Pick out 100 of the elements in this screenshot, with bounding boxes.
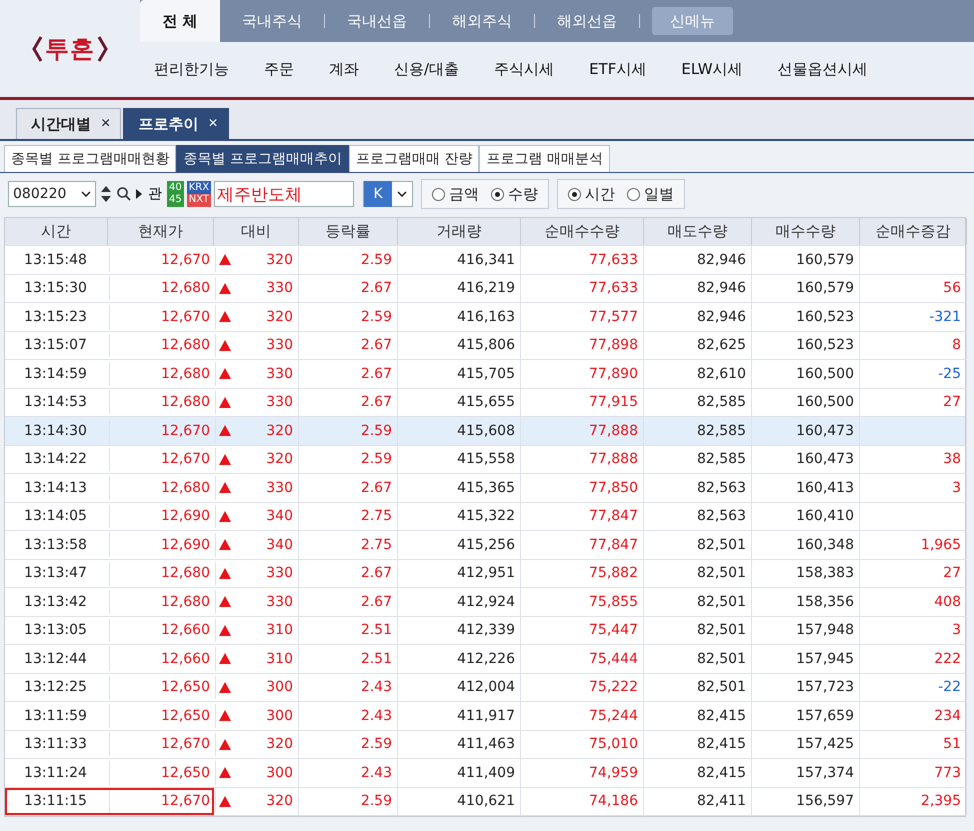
table-row[interactable]: 13:13:05 12,660 310 2.51 412,339 75,447 82,501 157,948 3 <box>5 616 965 645</box>
table-row[interactable]: 13:13:58 12,690 340 2.75 415,256 77,847 82,501 160,348 1,965 <box>5 531 965 560</box>
menu-item[interactable]: 신용/대출 <box>394 60 478 79</box>
table-cell: 12,690 <box>110 504 216 528</box>
table-cell: 82,501 <box>644 645 752 672</box>
top-menu-tab[interactable]: 국내선옵 <box>325 0 429 42</box>
table-cell: 412,004 <box>398 674 521 701</box>
k-dropdown[interactable]: K <box>363 181 414 207</box>
table-cell: 82,411 <box>644 788 752 815</box>
table-cell: -321 <box>860 303 967 330</box>
view-tab[interactable]: 프로그램매매 잔량 <box>348 145 480 172</box>
table-cell: 75,222 <box>521 674 644 701</box>
table-cell: 160,523 <box>752 332 860 359</box>
table-row[interactable]: 13:15:07 12,680 330 2.67 415,806 77,898 82,625 160,523 8 <box>5 332 965 360</box>
table-cell: 234 <box>860 702 967 730</box>
table-cell: 12,660 <box>110 647 216 670</box>
menu-item[interactable]: 계좌 <box>329 60 377 79</box>
screen-tab[interactable]: 시간대별 × <box>16 108 122 139</box>
table-cell: 13:12:44 <box>7 647 110 670</box>
stock-code-dropdown[interactable]: 080220 <box>8 181 96 207</box>
table-cell: 320 <box>266 736 293 752</box>
table-cell: 77,847 <box>521 531 644 558</box>
table-row[interactable]: 13:14:59 12,680 330 2.67 415,705 77,890 82,610 160,500 -25 <box>5 360 965 388</box>
table-cell: 415,806 <box>398 332 521 359</box>
table-row[interactable]: 13:13:47 12,680 330 2.67 412,951 75,882 82,501 158,383 27 <box>5 560 965 588</box>
table-row[interactable]: 13:14:30 12,670 320 2.59 415,608 77,888 82,585 160,473 <box>5 417 965 446</box>
view-tab[interactable]: 종목별 프로그램매매추이 <box>176 145 349 172</box>
table-cell: 75,447 <box>521 616 644 644</box>
table-cell: 12,680 <box>110 590 216 614</box>
menu-item[interactable]: 주식시세 <box>494 60 572 79</box>
table-cell: 75,882 <box>521 560 644 587</box>
table-cell: 27 <box>860 560 967 587</box>
column-header[interactable]: 순매수증감 <box>860 218 967 245</box>
table-row[interactable]: 13:11:15 12,670 320 2.59 410,621 74,186 82,411 156,597 2,395 <box>5 788 965 816</box>
table-cell: 157,425 <box>752 730 860 758</box>
table-cell: 2.43 <box>299 702 398 730</box>
table-cell: 12,680 <box>110 334 216 357</box>
radio-option[interactable]: 금액 <box>432 184 480 204</box>
table-row[interactable]: 13:14:22 12,670 320 2.59 415,558 77,888 82,585 160,473 38 <box>5 446 965 474</box>
table-cell: 340 <box>266 536 293 553</box>
radio-option[interactable]: 시간 <box>568 184 616 204</box>
column-header[interactable]: 시간 <box>5 218 108 245</box>
table-row[interactable]: 13:12:44 12,660 310 2.51 412,226 75,444 82,501 157,945 222 <box>5 645 965 674</box>
table-row[interactable]: 13:11:24 12,650 300 2.43 411,409 74,959 82,415 157,374 773 <box>5 759 965 788</box>
table-cell: 320 <box>266 308 293 325</box>
table-cell: 82,501 <box>644 616 752 644</box>
table-row[interactable]: 13:14:13 12,680 330 2.67 415,365 77,850 82,563 160,413 3 <box>5 474 965 502</box>
menu-item[interactable]: ELW시세 <box>681 60 761 79</box>
table-cell: 330 <box>266 565 293 582</box>
top-menu-tab[interactable]: 해외선옵 <box>535 0 639 42</box>
table-cell: 13:15:23 <box>7 305 110 328</box>
table-row[interactable]: 13:12:25 12,650 300 2.43 412,004 75,222 82,501 157,723 -22 <box>5 674 965 702</box>
column-header[interactable]: 현재가 <box>108 218 214 245</box>
table-row[interactable]: 13:13:42 12,680 330 2.67 412,924 75,855 82,501 158,356 408 <box>5 588 965 616</box>
top-menu-tab[interactable]: 해외주식 <box>430 0 534 42</box>
table-cell: 156,597 <box>752 788 860 815</box>
table-cell: 12,670 <box>110 732 216 756</box>
table-row[interactable]: 13:15:48 12,670 320 2.59 416,341 77,633 82,946 160,579 <box>5 246 965 274</box>
table-row[interactable]: 13:14:05 12,690 340 2.75 415,322 77,847 82,563 160,410 <box>5 502 965 531</box>
column-header[interactable]: 매도수량 <box>644 218 752 245</box>
menu-item[interactable]: 편리한기능 <box>154 60 247 79</box>
table-cell: 160,473 <box>752 446 860 473</box>
menu-item[interactable]: 주문 <box>264 60 312 79</box>
table-cell: 410,621 <box>398 788 521 815</box>
menu-item[interactable]: 선물옵션시세 <box>778 60 886 79</box>
top-menu-tab[interactable]: 전 체 <box>140 0 220 42</box>
table-cell: 82,946 <box>644 246 752 274</box>
table-cell: 160,579 <box>752 274 860 302</box>
table-row[interactable]: 13:11:33 12,670 320 2.59 411,463 75,010 82,415 157,425 51 <box>5 730 965 759</box>
top-menu-tab[interactable]: 국내주식 <box>220 0 324 42</box>
column-header[interactable]: 거래량 <box>398 218 521 245</box>
menu-item[interactable]: ETF시세 <box>589 60 664 79</box>
table-cell: 13:14:30 <box>7 419 110 442</box>
bracket-icon <box>97 34 109 62</box>
table-cell: 77,890 <box>521 360 644 388</box>
table-cell: 2.59 <box>299 417 398 444</box>
table-row[interactable]: 13:15:23 12,670 320 2.59 416,163 77,577 82,946 160,523 -321 <box>5 303 965 332</box>
stock-name-field[interactable]: 제주반도체 <box>214 181 354 207</box>
table-row[interactable]: 13:15:30 12,680 330 2.67 416,219 77,633 82,946 160,579 56 <box>5 274 965 303</box>
screen-tab[interactable]: 프로추이 × <box>123 108 229 139</box>
table-cell: 77,633 <box>521 274 644 302</box>
column-header[interactable]: 순매수수량 <box>521 218 644 245</box>
view-tab[interactable]: 프로그램 매매분석 <box>479 145 610 172</box>
column-header[interactable]: 매수수량 <box>752 218 860 245</box>
play-icon[interactable] <box>135 188 143 200</box>
table-cell: 77,888 <box>521 417 644 444</box>
table-cell: 310 <box>266 650 293 667</box>
table-cell: 82,563 <box>644 474 752 502</box>
close-button[interactable]: × <box>101 115 110 133</box>
column-header[interactable]: 등락률 <box>299 218 398 245</box>
related-button[interactable]: 관 <box>146 185 164 203</box>
radio-option[interactable]: 수량 <box>491 184 538 204</box>
search-icon[interactable] <box>116 186 132 202</box>
table-row[interactable]: 13:11:59 12,650 300 2.43 411,917 75,244 82,415 157,659 234 <box>5 702 965 730</box>
close-button[interactable]: × <box>208 115 218 133</box>
table-cell: 2.51 <box>299 645 398 672</box>
view-tab[interactable]: 종목별 프로그램매매현황 <box>4 145 176 172</box>
radio-option[interactable]: 일별 <box>627 184 674 204</box>
column-header[interactable]: 대비 <box>214 218 299 245</box>
table-cell: 82,610 <box>644 360 752 388</box>
